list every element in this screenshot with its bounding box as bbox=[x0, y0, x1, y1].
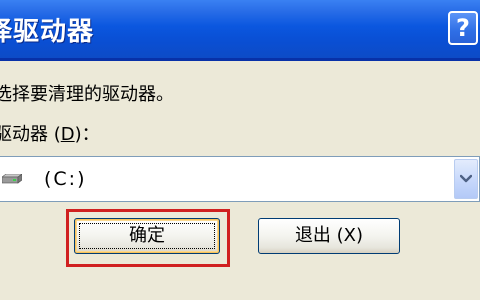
disk-cleanup-drive-dialog: 择驱动器 ? 选择要清理的驱动器。 驱动器 (D)： (C:) 确定 退出 (X… bbox=[0, 0, 480, 300]
title-bar[interactable]: 择驱动器 ? bbox=[0, 0, 480, 58]
ok-button-label: 确定 bbox=[79, 223, 215, 249]
quit-button[interactable]: 退出 (X) bbox=[258, 218, 400, 254]
ok-button[interactable]: 确定 bbox=[74, 218, 220, 254]
drive-combobox[interactable]: (C:) bbox=[0, 156, 480, 202]
drive-label-prefix: 驱动器 ( bbox=[0, 124, 61, 145]
hard-drive-icon bbox=[2, 174, 22, 184]
drive-label-suffix: )： bbox=[74, 124, 100, 145]
help-button[interactable]: ? bbox=[448, 11, 478, 45]
drive-label-accelerator: D bbox=[60, 124, 75, 145]
prompt-text: 选择要清理的驱动器。 bbox=[0, 84, 174, 105]
drive-label: 驱动器 (D)： bbox=[0, 120, 100, 146]
chevron-down-icon bbox=[460, 174, 472, 183]
dropdown-button[interactable] bbox=[454, 159, 478, 199]
dialog-title: 择驱动器 bbox=[0, 17, 95, 47]
selected-drive: (C:) bbox=[44, 168, 87, 190]
title-bar-edge bbox=[0, 58, 480, 61]
